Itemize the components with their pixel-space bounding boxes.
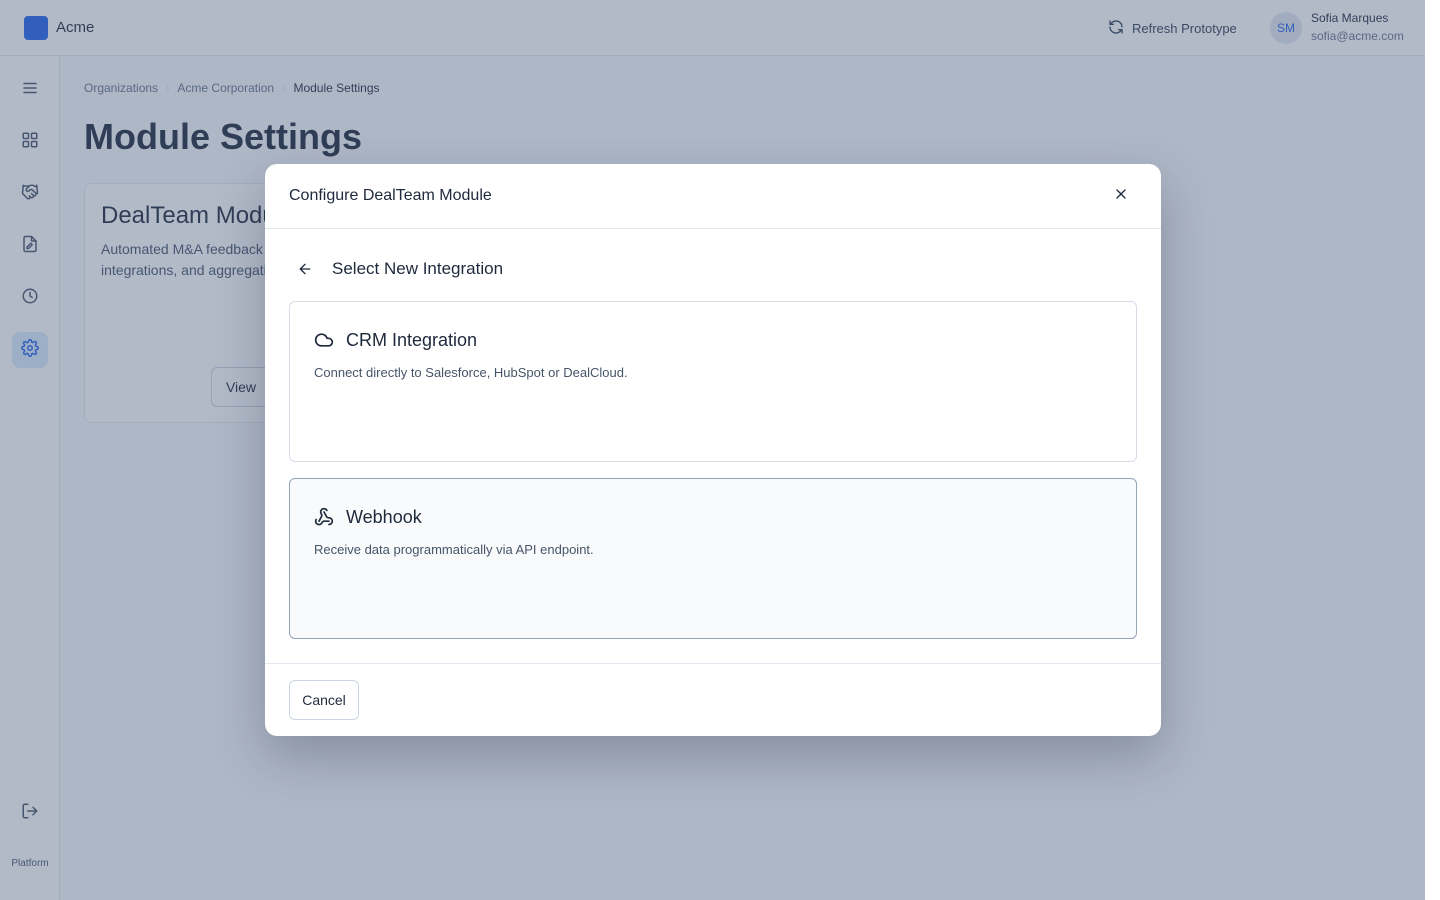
arrow-left-icon [297,261,313,282]
configure-module-dialog: Configure DealTeam Module Select New Int… [265,164,1161,736]
close-icon [1113,186,1129,207]
option-description: Receive data programmatically via API en… [314,542,594,557]
option-title: CRM Integration [346,330,478,350]
scrollbar-gutter [1425,0,1440,900]
dialog-subheading: Select New Integration [332,259,504,278]
dialog-title: Configure DealTeam Module [289,187,492,204]
back-button[interactable] [293,259,317,283]
webhook-icon [314,507,334,527]
option-title: Webhook [346,507,422,527]
option-description: Connect directly to Salesforce, HubSpot … [314,365,628,380]
close-button[interactable] [1109,184,1133,208]
webhook-option[interactable]: Webhook Receive data programmatically vi… [289,478,1137,639]
dialog-header: Configure DealTeam Module [265,164,1161,229]
dialog-footer: Cancel [265,663,1161,736]
cancel-button[interactable]: Cancel [289,680,359,720]
crm-integration-option[interactable]: CRM Integration Connect directly to Sale… [289,301,1137,462]
cloud-icon [314,330,334,350]
